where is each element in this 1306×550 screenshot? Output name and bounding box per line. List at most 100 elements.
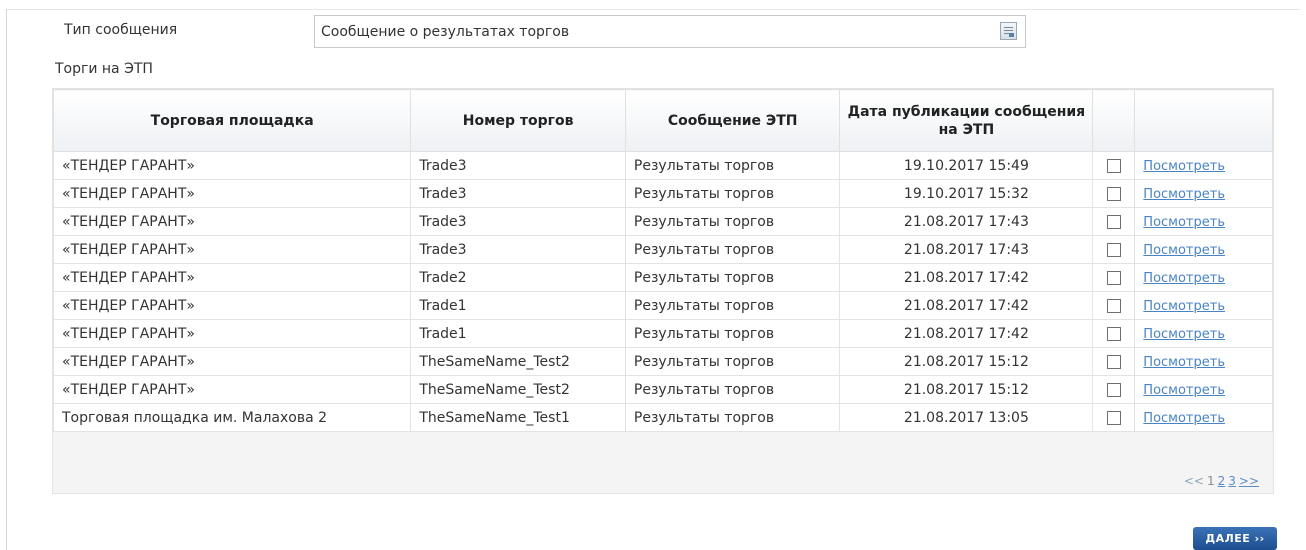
cell-date: 21.08.2017 13:05 (839, 403, 1094, 432)
cell-number: Trade1 (410, 319, 626, 348)
cell-message: Результаты торгов (624, 235, 841, 264)
cell-action: Посмотреть (1134, 347, 1273, 376)
trades-table: Торговая площадка Номер торгов Сообщение… (52, 89, 1273, 432)
col-header-number: Номер торгов (410, 89, 626, 152)
cell-date: 21.08.2017 15:12 (839, 375, 1094, 404)
cell-message: Результаты торгов (624, 403, 841, 432)
view-link[interactable]: Посмотреть (1143, 215, 1225, 230)
cell-select (1092, 179, 1136, 208)
table-row: «ТЕНДЕР ГАРАНТ» Trade1 Результаты торгов 21… (52, 319, 1273, 348)
cell-platform: «ТЕНДЕР ГАРАНТ» (52, 263, 412, 292)
cell-action: Посмотреть (1134, 403, 1273, 432)
cell-action: Посмотреть (1134, 375, 1273, 404)
row-checkbox[interactable] (1106, 410, 1121, 425)
cell-platform: «ТЕНДЕР ГАРАНТ» (52, 179, 412, 208)
view-link[interactable]: Посмотреть (1143, 271, 1225, 286)
cell-select (1092, 207, 1136, 236)
row-checkbox[interactable] (1106, 354, 1121, 369)
cell-action: Посмотреть (1134, 151, 1273, 180)
cell-number: Trade2 (410, 263, 626, 292)
cell-number: Trade3 (410, 235, 626, 264)
pager: << 1 2 3 >> (1181, 474, 1259, 488)
cell-select (1092, 347, 1136, 376)
view-link[interactable]: Посмотреть (1143, 355, 1225, 370)
cell-number: Trade3 (410, 179, 626, 208)
cell-number: TheSameName_Test2 (410, 347, 626, 376)
cell-platform: Торговая площадка им. Малахова 2 (52, 403, 412, 432)
table-row: Торговая площадка им. Малахова 2 TheSameN… (52, 403, 1273, 432)
cell-select (1092, 403, 1136, 432)
view-link[interactable]: Посмотреть (1143, 243, 1225, 258)
cell-platform: «ТЕНДЕР ГАРАНТ» (52, 207, 412, 236)
table-row: «ТЕНДЕР ГАРАНТ» Trade3 Результаты торгов 19… (52, 179, 1273, 208)
cell-action: Посмотреть (1134, 263, 1273, 292)
cell-number: Trade3 (410, 151, 626, 180)
row-checkbox[interactable] (1106, 298, 1121, 313)
cell-message: Результаты торгов (624, 347, 841, 376)
view-link[interactable]: Посмотреть (1143, 383, 1225, 398)
pager-prev[interactable]: << (1184, 474, 1204, 488)
next-button[interactable]: ДАЛЕЕ ›› (1193, 527, 1277, 550)
cell-platform: «ТЕНДЕР ГАРАНТ» (52, 347, 412, 376)
row-checkbox[interactable] (1106, 326, 1121, 341)
view-link[interactable]: Посмотреть (1143, 411, 1225, 426)
col-header-message: Сообщение ЭТП (624, 89, 841, 152)
row-checkbox[interactable] (1106, 186, 1121, 201)
view-link[interactable]: Посмотреть (1143, 327, 1225, 342)
cell-message: Результаты торгов (624, 375, 841, 404)
cell-date: 21.08.2017 17:42 (839, 263, 1094, 292)
table-row: «ТЕНДЕР ГАРАНТ» Trade2 Результаты торгов 21… (52, 263, 1273, 292)
table-row: «ТЕНДЕР ГАРАНТ» Trade1 Результаты торгов 21… (52, 291, 1273, 320)
row-checkbox[interactable] (1106, 242, 1121, 257)
cell-date: 21.08.2017 17:43 (839, 235, 1094, 264)
table-row: «ТЕНДЕР ГАРАНТ» Trade3 Результаты торгов 21… (52, 235, 1273, 264)
list-picker-icon[interactable] (1000, 22, 1017, 40)
trades-label: Торги на ЭТП (55, 61, 153, 77)
cell-date: 21.08.2017 15:12 (839, 347, 1094, 376)
table-row: «ТЕНДЕР ГАРАНТ» TheSameName_Test2 Результа… (52, 375, 1273, 404)
cell-number: TheSameName_Test2 (410, 375, 626, 404)
pager-page-1[interactable]: 1 (1207, 474, 1215, 488)
message-type-value: Сообщение о результатах торгов (321, 24, 570, 40)
col-header-platform: Торговая площадка (52, 89, 412, 152)
cell-number: TheSameName_Test1 (410, 403, 626, 432)
view-link[interactable]: Посмотреть (1143, 187, 1225, 202)
row-checkbox[interactable] (1106, 382, 1121, 397)
cell-platform: «ТЕНДЕР ГАРАНТ» (52, 235, 412, 264)
cell-action: Посмотреть (1134, 291, 1273, 320)
view-link[interactable]: Посмотреть (1143, 299, 1225, 314)
pager-page-3[interactable]: 3 (1228, 474, 1236, 488)
cell-date: 21.08.2017 17:43 (839, 207, 1094, 236)
table-row: «ТЕНДЕР ГАРАНТ» Trade3 Результаты торгов 19… (52, 151, 1273, 180)
cell-select (1092, 151, 1136, 180)
cell-number: Trade3 (410, 207, 626, 236)
pager-next[interactable]: >> (1239, 474, 1259, 488)
cell-message: Результаты торгов (624, 179, 841, 208)
cell-message: Результаты торгов (624, 263, 841, 292)
cell-select (1092, 319, 1136, 348)
cell-select (1092, 291, 1136, 320)
cell-select (1092, 263, 1136, 292)
cell-select (1092, 375, 1136, 404)
message-type-label: Тип сообщения (64, 22, 178, 38)
row-checkbox[interactable] (1106, 214, 1121, 229)
cell-platform: «ТЕНДЕР ГАРАНТ» (52, 291, 412, 320)
row-checkbox[interactable] (1106, 158, 1121, 173)
cell-platform: «ТЕНДЕР ГАРАНТ» (52, 319, 412, 348)
table-header-row: Торговая площадка Номер торгов Сообщение… (52, 89, 1273, 152)
cell-date: 21.08.2017 17:42 (839, 319, 1094, 348)
col-header-select (1092, 89, 1136, 152)
trades-grid: Торговая площадка Номер торгов Сообщение… (52, 88, 1274, 494)
message-type-select[interactable]: Сообщение о результатах торгов (314, 15, 1026, 48)
table-row: «ТЕНДЕР ГАРАНТ» TheSameName_Test2 Результа… (52, 347, 1273, 376)
cell-message: Результаты торгов (624, 151, 841, 180)
pager-page-2[interactable]: 2 (1218, 474, 1226, 488)
col-header-action (1134, 89, 1273, 152)
cell-message: Результаты торгов (624, 207, 841, 236)
row-checkbox[interactable] (1106, 270, 1121, 285)
cell-date: 19.10.2017 15:49 (839, 151, 1094, 180)
cell-message: Результаты торгов (624, 319, 841, 348)
cell-number: Trade1 (410, 291, 626, 320)
cell-platform: «ТЕНДЕР ГАРАНТ» (52, 151, 412, 180)
view-link[interactable]: Посмотреть (1143, 159, 1225, 174)
